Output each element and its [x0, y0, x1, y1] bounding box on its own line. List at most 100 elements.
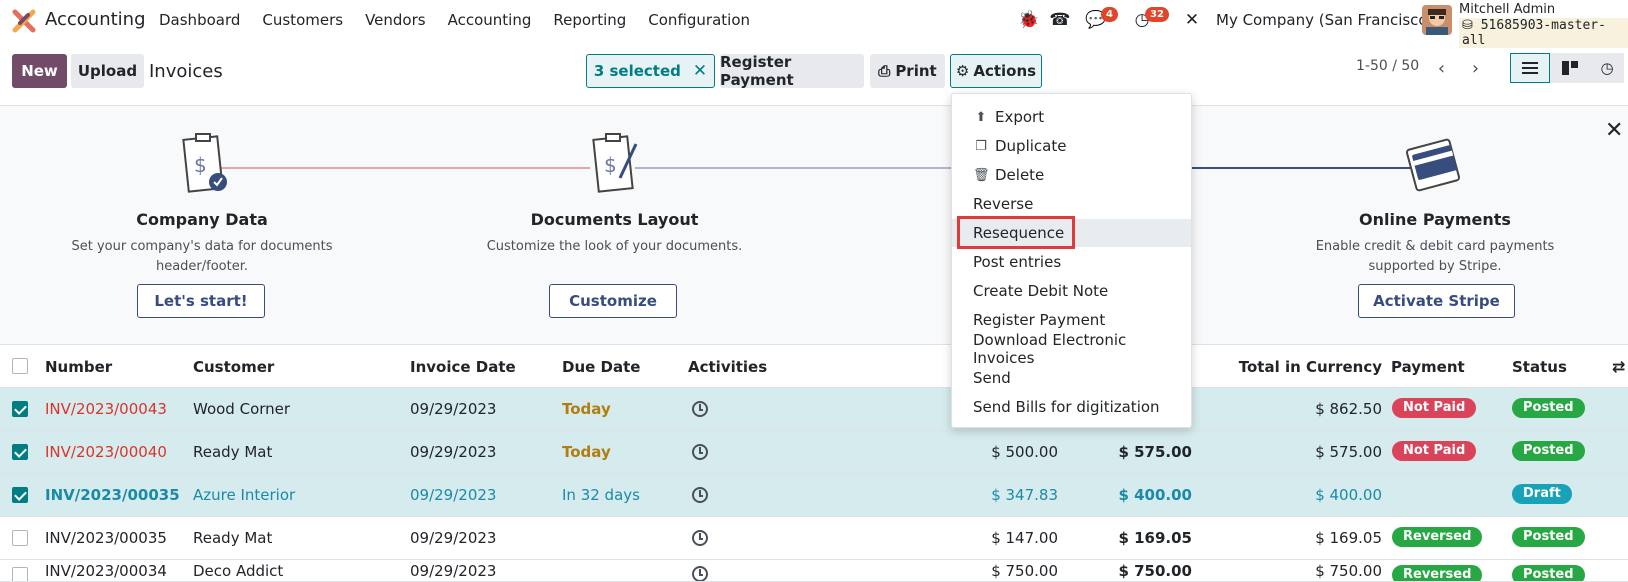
column-invoice-date[interactable]: Invoice Date [410, 358, 516, 376]
app-name[interactable]: Accounting [45, 9, 146, 30]
total-amount: $ 400.00 [1118, 486, 1192, 504]
row-checkbox[interactable] [12, 487, 28, 503]
row-checkbox[interactable] [12, 567, 28, 581]
pager-next-button[interactable]: › [1459, 53, 1492, 83]
column-customer[interactable]: Customer [193, 358, 274, 376]
action-delete[interactable]: 🗑 Delete [952, 161, 1191, 189]
column-activities[interactable]: Activities [688, 358, 767, 376]
menu-reporting[interactable]: Reporting [553, 11, 626, 29]
activity-clock-icon[interactable] [692, 401, 708, 417]
action-export[interactable]: ⬆ Export [952, 103, 1191, 131]
untaxed-amount: $ 347.83 [991, 486, 1058, 504]
status-badge: Draft [1512, 484, 1572, 504]
column-number[interactable]: Number [45, 358, 112, 376]
total-currency: $ 400.00 [1315, 486, 1382, 504]
step-description: Set your company's data for documents hea… [62, 237, 342, 277]
row-checkbox[interactable] [12, 401, 28, 417]
user-name[interactable]: Mitchell Admin [1459, 2, 1555, 17]
due-date: Today [562, 400, 611, 418]
table-row[interactable]: INV/2023/00035 Azure Interior 09/29/2023… [0, 474, 1628, 517]
menu-customers[interactable]: Customers [262, 11, 343, 29]
company-switcher[interactable]: My Company (San Francisco) [1216, 11, 1433, 29]
action-reverse[interactable]: Reverse [952, 190, 1191, 218]
chevron-right-icon: › [1471, 57, 1480, 79]
column-total-currency[interactable]: Total in Currency [1190, 358, 1382, 376]
payment-badge: Not Paid [1392, 441, 1477, 461]
step-online-payments: Online Payments Enable credit & debit ca… [1295, 210, 1575, 277]
tools-icon[interactable]: ✕ [1180, 8, 1204, 32]
menu-accounting[interactable]: Accounting [448, 11, 532, 29]
register-payment-button[interactable]: Register Payment [720, 53, 864, 89]
list-view-button[interactable] [1510, 53, 1550, 83]
page-title: Invoices [149, 61, 223, 82]
activity-clock-icon[interactable] [692, 487, 708, 503]
kanban-view-icon [1562, 61, 1578, 75]
customer-name: Ready Mat [193, 443, 273, 461]
action-label: Duplicate [995, 137, 1067, 155]
action-register-payment[interactable]: Register Payment [952, 306, 1191, 334]
customize-button[interactable]: Customize [549, 284, 677, 318]
select-all-checkbox[interactable] [12, 358, 28, 374]
step-desc-line: supported by Stripe. [1368, 259, 1502, 274]
action-send-bills-digitization[interactable]: Send Bills for digitization [952, 393, 1191, 421]
avatar[interactable] [1422, 5, 1452, 35]
phone-icon[interactable]: ☎ [1048, 8, 1072, 32]
menu-dashboard[interactable]: Dashboard [159, 11, 240, 29]
pager-previous-button[interactable]: ‹ [1425, 53, 1458, 83]
kanban-view-button[interactable] [1550, 53, 1590, 83]
row-checkbox[interactable] [12, 530, 28, 546]
total-amount: $ 575.00 [1118, 443, 1192, 461]
step-documents-layout: Documents Layout Customize the look of y… [472, 210, 757, 257]
clear-selection-icon[interactable]: ✕ [693, 61, 707, 81]
table-row[interactable]: INV/2023/00034 Deco Addict 09/29/2023 $ … [0, 560, 1628, 582]
control-panel: New Upload Invoices 3 selected ✕ Registe… [0, 42, 1628, 106]
activity-clock-icon[interactable] [692, 530, 708, 546]
action-create-debit-note[interactable]: Create Debit Note [952, 277, 1191, 305]
activate-stripe-button[interactable]: Activate Stripe [1358, 284, 1515, 318]
table-row[interactable]: INV/2023/00043 Wood Corner 09/29/2023 To… [0, 388, 1628, 431]
list-view-icon [1522, 62, 1538, 74]
action-download-electronic-invoices[interactable]: Download Electronic Invoices [952, 331, 1191, 367]
column-settings-icon[interactable]: ⇄ [1612, 357, 1625, 376]
action-post-entries[interactable]: Post entries [952, 248, 1191, 276]
action-send[interactable]: Send [952, 364, 1191, 392]
messages-badge: 4 [1101, 7, 1118, 22]
step-desc-line: Enable credit & debit card payments [1315, 239, 1555, 254]
action-duplicate[interactable]: ❐ Duplicate [952, 132, 1191, 160]
payment-badge: Not Paid [1392, 398, 1477, 418]
pager-value[interactable]: 1-50 / 50 [1356, 58, 1419, 74]
table-row[interactable]: INV/2023/00040 Ready Mat 09/29/2023 Toda… [0, 431, 1628, 474]
progress-line-1 [220, 167, 590, 169]
status-badge: Posted [1512, 441, 1585, 461]
payment-badge: Reversed [1392, 565, 1483, 581]
activity-clock-icon[interactable] [692, 566, 708, 581]
avatar-image [1422, 5, 1452, 35]
menu-configuration[interactable]: Configuration [648, 11, 750, 29]
table-row[interactable]: INV/2023/00035 Ready Mat 09/29/2023 $ 14… [0, 517, 1628, 560]
new-button[interactable]: New [12, 54, 67, 88]
gear-icon: ⚙ [955, 62, 970, 80]
total-amount: $ 750.00 [1118, 562, 1192, 580]
actions-button[interactable]: ⚙ Actions [950, 54, 1042, 88]
column-due-date[interactable]: Due Date [562, 358, 640, 376]
total-currency: $ 169.05 [1315, 529, 1382, 547]
bug-icon[interactable]: 🐞 [1017, 8, 1041, 32]
due-date: Today [562, 443, 611, 461]
upload-button[interactable]: Upload [71, 54, 144, 88]
column-status[interactable]: Status [1512, 358, 1567, 376]
close-onboarding-icon[interactable]: ✕ [1605, 118, 1623, 143]
menu-vendors[interactable]: Vendors [365, 11, 426, 29]
selection-indicator: 3 selected ✕ [586, 54, 715, 88]
column-payment[interactable]: Payment [1391, 358, 1465, 376]
total-currency: $ 575.00 [1315, 443, 1382, 461]
row-checkbox[interactable] [12, 444, 28, 460]
untaxed-amount: $ 147.00 [991, 529, 1058, 547]
activity-view-button[interactable]: ◷ [1590, 53, 1624, 83]
invoice-number: INV/2023/00043 [45, 400, 167, 418]
step-description: Customize the look of your documents. [486, 239, 743, 254]
activity-clock-icon[interactable] [692, 444, 708, 460]
accounting-app-icon[interactable] [12, 9, 36, 33]
invoice-number: INV/2023/00034 [45, 562, 167, 580]
print-button[interactable]: ⎙ Print [870, 54, 945, 88]
lets-start-button[interactable]: Let's start! [137, 284, 265, 318]
